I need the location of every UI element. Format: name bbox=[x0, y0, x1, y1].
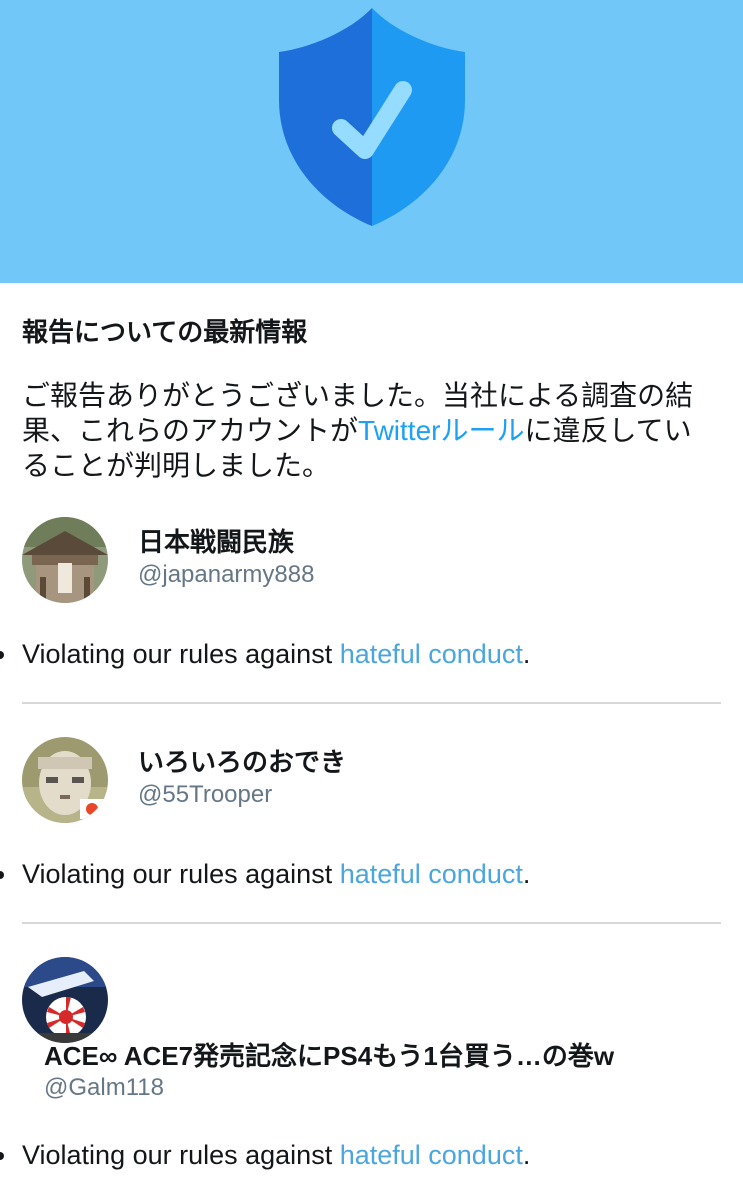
shrine-avatar-image bbox=[22, 517, 108, 603]
violation-prefix: Violating our rules against bbox=[22, 1140, 340, 1170]
avatar[interactable] bbox=[22, 957, 108, 1043]
avatar[interactable] bbox=[22, 517, 108, 603]
divider bbox=[22, 702, 721, 704]
message-line-2: 果、これらのアカウントがTwitterルールに違反してい bbox=[22, 413, 722, 448]
header-banner bbox=[0, 0, 743, 283]
violation-prefix: Violating our rules against bbox=[22, 859, 340, 889]
avatar[interactable] bbox=[22, 737, 108, 823]
twitter-rules-link[interactable]: Twitterルール bbox=[358, 415, 524, 446]
report-title: 報告についての最新情報 bbox=[22, 317, 308, 347]
report-message: ご報告ありがとうございました。当社による調査の結 果、これらのアカウントがTwi… bbox=[22, 378, 722, 483]
account-handle: @Galm118 bbox=[44, 1074, 164, 1101]
message-line-1: ご報告ありがとうございました。当社による調査の結 bbox=[22, 380, 694, 411]
violation-suffix: . bbox=[522, 859, 531, 889]
divider bbox=[22, 922, 721, 924]
message-line-3: ることが判明しました。 bbox=[22, 450, 331, 481]
bullet-icon bbox=[0, 651, 4, 659]
hateful-conduct-link[interactable]: hateful conduct bbox=[340, 639, 523, 669]
shield-check-icon bbox=[279, 8, 465, 226]
account-display-name: いろいろのおでき bbox=[138, 747, 347, 777]
hateful-conduct-link[interactable]: hateful conduct bbox=[340, 1140, 523, 1170]
message-text: に違反してい bbox=[524, 415, 692, 446]
violation-text: Violating our rules against hateful cond… bbox=[0, 637, 531, 671]
account-display-name: ACE∞ ACE7発売記念にPS4もう1台買う…の巻w bbox=[44, 1041, 615, 1071]
account-handle: @55Trooper bbox=[138, 781, 273, 808]
message-text: 果、これらのアカウントが bbox=[22, 415, 359, 446]
violation-text: Violating our rules against hateful cond… bbox=[0, 1138, 531, 1172]
rising-sun-avatar-image bbox=[22, 957, 108, 1043]
violation-suffix: . bbox=[522, 639, 531, 669]
figure-avatar-image bbox=[22, 737, 108, 823]
violation-suffix: . bbox=[522, 1140, 531, 1170]
account-handle: @japanarmy888 bbox=[138, 561, 315, 588]
bullet-icon bbox=[0, 1152, 4, 1160]
hateful-conduct-link[interactable]: hateful conduct bbox=[340, 859, 523, 889]
violation-text: Violating our rules against hateful cond… bbox=[0, 857, 531, 891]
account-display-name: 日本戦闘民族 bbox=[138, 527, 295, 557]
violation-prefix: Violating our rules against bbox=[22, 639, 340, 669]
bullet-icon bbox=[0, 871, 4, 879]
